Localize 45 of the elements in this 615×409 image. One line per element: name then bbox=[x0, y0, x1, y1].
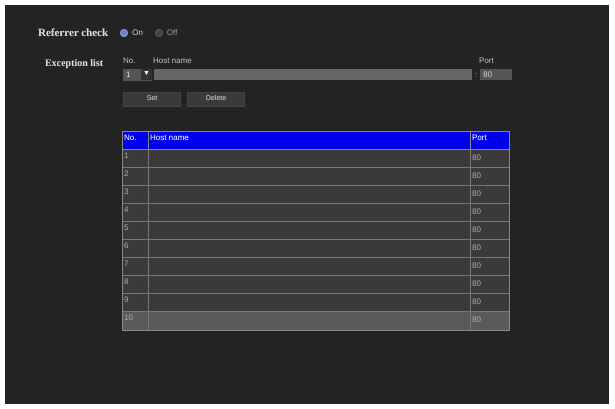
table-row[interactable]: 4 80 bbox=[123, 204, 509, 222]
table-row[interactable]: 10 80 bbox=[123, 312, 509, 330]
table-row[interactable]: 7 80 bbox=[123, 258, 509, 276]
table-cell-text: 80 bbox=[471, 152, 482, 164]
table-row[interactable]: 1 80 bbox=[123, 150, 509, 168]
table-cell: 6 bbox=[123, 240, 149, 257]
table-row[interactable]: 9 80 bbox=[123, 294, 509, 312]
table-cell: 3 bbox=[123, 186, 149, 203]
column-header: Host name bbox=[149, 132, 471, 149]
table-cell-text: 80 bbox=[471, 314, 482, 326]
table-cell: 4 bbox=[123, 204, 149, 221]
radio-button[interactable] bbox=[120, 29, 128, 38]
radio-label: Off bbox=[166, 27, 178, 40]
exception-list-label: Exception list bbox=[45, 56, 104, 70]
no-label: No. bbox=[123, 54, 136, 66]
separator: : bbox=[474, 68, 478, 80]
table-row[interactable]: 8 80 bbox=[123, 276, 509, 294]
column-header: No. bbox=[123, 132, 149, 149]
port-field[interactable]: 80 bbox=[480, 69, 512, 80]
table-row[interactable]: 2 80 bbox=[123, 168, 509, 186]
table-cell-text: 80 bbox=[471, 170, 482, 182]
table-cell-text: 80 bbox=[471, 188, 482, 200]
referrer-check-label: Referrer check bbox=[38, 26, 108, 41]
table-cell: 1 bbox=[123, 150, 149, 167]
table-cell: 8 bbox=[123, 276, 149, 293]
table-row[interactable]: 3 80 bbox=[123, 186, 509, 204]
table-cell-text: 80 bbox=[471, 224, 482, 236]
table-cell: 5 bbox=[123, 222, 149, 239]
host-name-label: Host name bbox=[153, 54, 193, 66]
table-cell-text: 80 bbox=[471, 296, 482, 308]
table-row[interactable]: 5 80 bbox=[123, 222, 509, 240]
table-cell-text: 80 bbox=[471, 260, 482, 272]
table-cell-text: 80 bbox=[471, 242, 482, 254]
port-label: Port bbox=[479, 54, 494, 66]
host-name-field[interactable] bbox=[154, 69, 472, 80]
table-cell: 10 bbox=[123, 312, 149, 330]
table-cell-text: 80 bbox=[471, 206, 482, 218]
table-cell: 9 bbox=[123, 294, 149, 311]
radio-label: On bbox=[132, 27, 143, 40]
table-row[interactable]: 6 80 bbox=[123, 240, 509, 258]
radio-button[interactable] bbox=[154, 29, 163, 38]
table-cell-text: 80 bbox=[471, 278, 482, 290]
table-cell: 2 bbox=[123, 168, 149, 185]
table-cell: 7 bbox=[123, 258, 149, 275]
column-header: Port bbox=[471, 132, 488, 144]
